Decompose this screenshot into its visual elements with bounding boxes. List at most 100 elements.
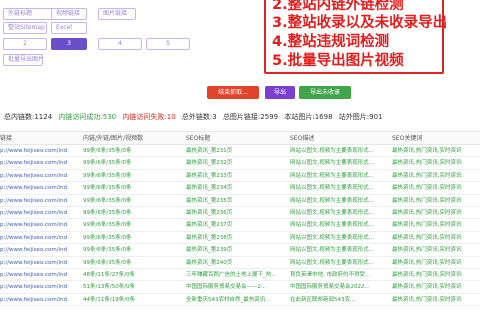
row-counts: 99条/6条/35条/0条 (83, 247, 132, 254)
row-seo-title: 最热资讯_第234页 (186, 185, 233, 192)
row-seo-keywords: 最热资讯,热门资讯,实时资讯 (392, 271, 462, 278)
row-counts: 48条/11条/27条/0条 (83, 271, 136, 278)
header-seo-title: SEO标题 (186, 135, 211, 142)
table-row[interactable]: p://www.feijiseo.com/ind 44条/11条/19条/0条 全新… (0, 294, 480, 307)
row-counts: 51条/13条/50条/0条 (83, 284, 136, 291)
row-seo-keywords: 最热资讯,热门资讯,实时资讯 (392, 222, 462, 229)
row-seo-keywords: 最热资讯,热门资讯,实时资讯 (392, 148, 462, 154)
row-seo-title: 最热资讯_第237页 (186, 222, 233, 229)
row-counts: 99条/6条/35条/0条 (83, 197, 132, 204)
row-link[interactable]: p://www.feijiseo.com/ind (0, 269, 80, 281)
table-row[interactable]: p://www.feijiseo.com/ind 48条/11条/27条/0条 三年… (0, 269, 480, 282)
banner-line-5: 5.批量导出图片视频 (272, 53, 404, 69)
row-seo-title: 最热资讯_第240页 (186, 259, 233, 266)
row-counts: 99条/6条/35条/0条 (83, 209, 132, 216)
export-button[interactable]: 导出 (265, 86, 295, 99)
row-seo-description: 网站以图文,视频为主要表现形式... (290, 234, 374, 241)
row-seo-title: 中国国际服务贸易交易会——2... (186, 284, 267, 291)
table-row[interactable]: p://www.feijiseo.com/ind 99条/6条/35条/0条 最热资… (0, 195, 480, 207)
row-seo-keywords: 最热资讯,热门资讯,实时资讯 (392, 284, 462, 291)
row-seo-title: 全新重庆543农村自然_最热资讯... (186, 296, 271, 303)
row-counts: 99条/6条/35条/0条 (83, 160, 132, 167)
row-seo-keywords: 最热资讯,热门资讯,实时资讯 (392, 197, 462, 204)
header-seo-description: SEO描述 (290, 135, 315, 142)
table-row[interactable]: p://www.feijiseo.com/ind 99条/6条/35条/0条 最热资… (0, 207, 480, 220)
tag-video-links[interactable]: 视频链接 (51, 8, 87, 20)
stat-total-links: 总内链数:1124 (4, 113, 53, 121)
stats-bar: 总内链数:1124 内链访问成功:530 内链访问失败:10 总外链数:3 总图… (4, 112, 387, 122)
header-link: 链接 (0, 135, 13, 142)
row-seo-keywords: 最热资讯,热门资讯,实时资讯 (392, 172, 462, 179)
row-seo-title: 最热资讯_第233页 (186, 172, 233, 179)
row-link[interactable]: p://www.feijiseo.com/ind (0, 244, 80, 256)
tag-excel[interactable]: Excel (51, 22, 87, 34)
row-seo-keywords: 最热资讯,热门资讯,实时资讯 (392, 247, 462, 254)
stat-total-outlinks: 总外链数:3 (181, 113, 217, 121)
page-button-5[interactable]: 5 (146, 38, 190, 50)
tag-image-links[interactable]: 图片链接 (98, 8, 136, 20)
header-counts: 内链/外链/图片/视频数 (83, 135, 144, 142)
page-button-2[interactable]: 2 (3, 38, 47, 50)
row-counts: 99条/6条/35条/0条 (83, 172, 132, 179)
row-seo-title: 最热资讯_第231页 (186, 148, 233, 154)
row-seo-description: 网站以图文,视频为主要表现形式... (290, 148, 374, 154)
row-counts: 99条/6条/35条/0条 (83, 148, 132, 154)
row-seo-title: 最热资讯_第235页 (186, 197, 233, 204)
row-link[interactable]: p://www.feijiseo.com/ind (0, 281, 80, 293)
stat-total-images: 总图片链接:2599 (222, 113, 279, 121)
row-link[interactable]: p://www.feijiseo.com/ind (0, 157, 80, 169)
table-row[interactable]: p://www.feijiseo.com/ind 99条/6条/35条/0条 最热资… (0, 157, 480, 170)
row-seo-keywords: 最热资讯,热门资讯,实时资讯 (392, 185, 462, 192)
row-seo-keywords: 最热资讯,热门资讯,实时资讯 (392, 296, 462, 303)
table-row[interactable]: p://www.feijiseo.com/ind 99条/6条/35条/0条 最热资… (0, 244, 480, 257)
row-seo-description: 网站以图文,视频为主要表现形式... (290, 247, 374, 254)
export-unindexed-button[interactable]: 导出未收录 (299, 86, 351, 99)
row-seo-keywords: 最热资讯,热门资讯,实时资讯 (392, 160, 462, 167)
row-link[interactable]: p://www.feijiseo.com/ind (0, 257, 80, 269)
table-body: p://www.feijiseo.com/ind 99条/6条/35条/0条 最热资… (0, 145, 480, 307)
row-link[interactable]: p://www.feijiseo.com/ind (0, 207, 80, 219)
table-row[interactable]: p://www.feijiseo.com/ind 99条/6条/35条/0条 最热资… (0, 257, 480, 269)
row-counts: 99条/6条/35条/0条 (83, 259, 132, 266)
feature-banner: 2.整站内链外链检测 3.整站收录以及未收录导出 4.整站违规词检测 5.批量导… (264, 0, 448, 74)
row-link[interactable]: p://www.feijiseo.com/ind (0, 219, 80, 231)
table-row[interactable]: p://www.feijiseo.com/ind 99条/6条/35条/0条 最热资… (0, 219, 480, 232)
row-seo-keywords: 最热资讯,热门资讯,实时资讯 (392, 209, 462, 216)
table-row[interactable]: p://www.feijiseo.com/ind 51条/13条/50条/0条 中国… (0, 281, 480, 294)
page-button-3-active[interactable]: 3 (51, 38, 87, 50)
row-counts: 99条/6条/35条/0条 (83, 234, 132, 241)
row-link[interactable]: p://www.feijiseo.com/ind (0, 294, 80, 306)
table-header: 链接 内链/外链/图片/视频数 SEO标题 SEO描述 SEO关键词 (0, 131, 480, 145)
stop-crawl-button[interactable]: 结束抓取... (207, 86, 259, 99)
row-seo-description: 网站以图文,视频为主要表现形式... (290, 259, 374, 266)
row-link[interactable]: p://www.feijiseo.com/ind (0, 145, 80, 157)
table-row[interactable]: p://www.feijiseo.com/ind 99条/6条/35条/0条 最热资… (0, 232, 480, 245)
row-link[interactable]: p://www.feijiseo.com/ind (0, 232, 80, 244)
stat-visit-fail: 内链访问失败:10 (122, 113, 176, 121)
stat-external-images: 站外图片:901 (338, 113, 383, 121)
stat-visit-ok: 内链访问成功:530 (58, 113, 117, 121)
row-seo-description: 网站以图文,视频为主要表现形式... (290, 172, 374, 179)
row-counts: 44条/11条/19条/0条 (83, 296, 136, 303)
row-seo-keywords: 最热资讯,热门资讯,实时资讯 (392, 259, 462, 266)
table-row[interactable]: p://www.feijiseo.com/ind 99条/6条/35条/0条 最热资… (0, 170, 480, 183)
row-link[interactable]: p://www.feijiseo.com/ind (0, 182, 80, 194)
table-row[interactable]: p://www.feijiseo.com/ind 99条/6条/35条/0条 最热资… (0, 182, 480, 195)
row-link[interactable]: p://www.feijiseo.com/ind (0, 170, 80, 182)
header-seo-keywords: SEO关键词 (392, 135, 423, 142)
row-seo-description: 网站以图文,视频为主要表现形式... (290, 185, 374, 192)
batch-export-images-button[interactable]: 批量导出图片 (3, 54, 43, 66)
tag-site-sitemap[interactable]: 整站Sitemap (3, 22, 47, 34)
row-seo-title: 最热资讯_第236页 (186, 209, 233, 216)
row-seo-description: 网站以图文,视频为主要表现形式... (290, 209, 374, 216)
banner-line-2: 2.整站内链外链检测 (272, 0, 404, 13)
row-seo-keywords: 最热资讯,热门资讯,实时资讯 (392, 234, 462, 241)
banner-line-3: 3.整站收录以及未收录导出 (272, 15, 448, 31)
row-seo-title: 最热资讯_第239页 (186, 247, 233, 254)
row-seo-description: 育负英澤市地, 市政府约不得受... (290, 271, 371, 278)
page-button-4[interactable]: 4 (98, 38, 142, 50)
results-table: 链接 内链/外链/图片/视频数 SEO标题 SEO描述 SEO关键词 p://w… (0, 131, 480, 307)
row-counts: 99条/6条/35条/0条 (83, 185, 132, 192)
row-link[interactable]: p://www.feijiseo.com/ind (0, 195, 80, 207)
table-row[interactable]: p://www.feijiseo.com/ind 99条/6条/35条/0条 最热资… (0, 145, 480, 158)
